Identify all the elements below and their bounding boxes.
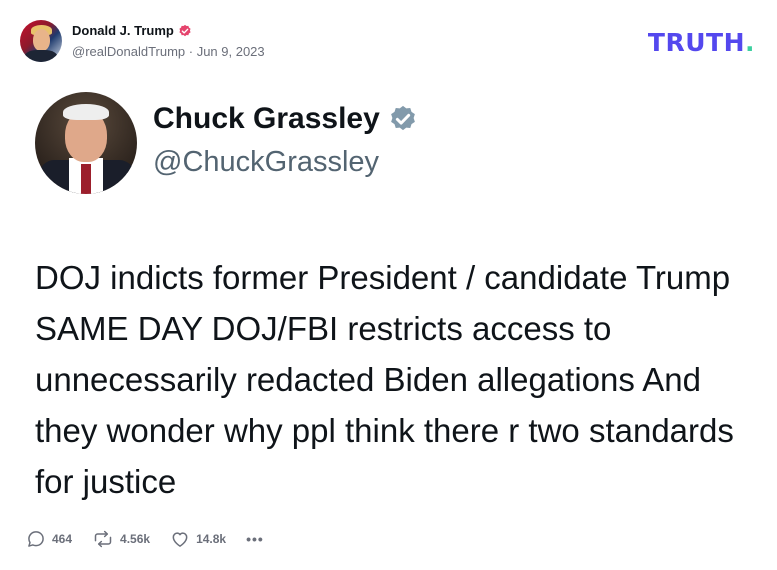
like-count: 14.8k	[196, 532, 227, 546]
avatar[interactable]	[20, 20, 62, 62]
handle-and-date[interactable]: @realDonaldTrump · Jun 9, 2023	[72, 44, 265, 59]
like-button[interactable]: 14.8k	[170, 529, 226, 549]
retruth-button[interactable]: 4.56k	[92, 529, 150, 549]
action-bar: 464 4.56k 14.8k •••	[26, 529, 284, 549]
logo-dot: .	[745, 28, 755, 57]
truth-logo[interactable]: TRUTH.	[648, 28, 755, 57]
user-meta: Donald J. Trump @realDonaldTrump · Jun 9…	[72, 23, 265, 59]
more-icon: •••	[246, 531, 264, 547]
reply-button[interactable]: 464	[26, 529, 72, 549]
reply-count: 464	[52, 532, 73, 546]
truth-post: Donald J. Trump @realDonaldTrump · Jun 9…	[0, 0, 777, 570]
reply-icon	[28, 531, 44, 547]
logo-text: TRUTH	[647, 28, 745, 57]
retruth-count: 4.56k	[120, 532, 151, 546]
verified-badge-icon	[179, 24, 191, 36]
quoted-post-image[interactable]: Chuck Grassley @ChuckGrassley DOJ indict…	[35, 92, 755, 502]
display-name[interactable]: Donald J. Trump	[72, 23, 174, 38]
quoted-avatar	[35, 92, 137, 194]
heart-icon	[172, 532, 188, 547]
quoted-avatar-hair	[63, 104, 109, 120]
post-header: Donald J. Trump @realDonaldTrump · Jun 9…	[20, 20, 265, 62]
quoted-name: Chuck Grassley	[153, 102, 380, 135]
display-name-row: Donald J. Trump	[72, 23, 265, 38]
quoted-name-row: Chuck Grassley	[153, 102, 418, 136]
avatar-suit	[24, 50, 58, 62]
quoted-text: DOJ indicts former President / candidate…	[35, 259, 734, 500]
avatar-face	[33, 29, 50, 51]
quoted-avatar-tie	[81, 164, 91, 194]
quoted-handle: @ChuckGrassley	[153, 146, 380, 178]
more-options-button[interactable]: •••	[246, 531, 264, 547]
retruth-icon	[94, 530, 112, 548]
verified-check-icon	[390, 105, 415, 131]
